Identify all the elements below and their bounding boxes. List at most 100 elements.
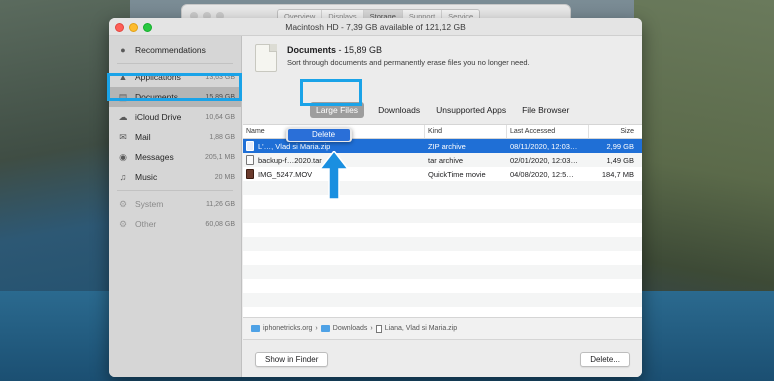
table-body: L'…, Vlad si Maria.zip ZIP archive 08/11… [243,139,642,321]
sidebar-item-icloud-drive[interactable]: ☁ iCloud Drive 10,64 GB [109,107,241,127]
system-icon: ⚙ [118,198,128,209]
sidebar-item-size: 10,64 GB [205,113,235,121]
chevron-right-icon: › [370,325,373,332]
file-name: IMG_5247.MOV [258,169,313,179]
empty-row [243,251,642,265]
file-last-accessed: 08/11/2020, 12:03… [510,141,578,151]
arrow-up-icon [320,151,348,199]
minimize-button[interactable] [129,23,138,32]
file-last-accessed: 02/01/2020, 12:03… [510,155,578,165]
sidebar-item-music[interactable]: ♫ Music 20 MB [109,167,241,187]
table-row[interactable]: IMG_5247.MOV QuickTime movie 04/08/2020,… [243,167,642,181]
documents-title: Documents - 15,89 GB [287,45,530,55]
column-header-kind[interactable]: Kind [425,125,507,138]
sidebar-item-size: 15,89 GB [205,93,235,101]
path-bar: iphonetricks.org › Downloads › Liana, Vl… [243,317,642,339]
files-table: Name Kind Last Accessed Size L'…, Vlad s… [243,124,642,339]
sidebar-item-applications[interactable]: ▲ Applications 13,63 GB [109,67,241,87]
delete-button[interactable]: Delete... [580,352,630,367]
empty-row [243,223,642,237]
tab-unsupported-apps[interactable]: Unsupported Apps [428,102,514,118]
zip-file-icon [246,141,254,151]
sidebar-item-label: Documents [135,92,178,102]
music-icon: ♫ [119,172,127,182]
documents-description: Sort through documents and permanently e… [287,58,530,67]
folder-icon [320,325,330,332]
sidebar-item-size: 13,63 GB [205,73,235,81]
file-kind: tar archive [428,155,464,165]
context-menu: Delete [286,128,352,142]
sidebar-item-recommendations[interactable]: ● Recommendations [109,40,241,60]
empty-row [243,265,642,279]
sidebar-item-size: 60,08 GB [205,220,235,228]
tar-file-icon [246,155,254,165]
file-kind: ZIP archive [428,141,466,151]
sidebar-item-documents[interactable]: ▤ Documents 15,89 GB [109,87,241,107]
sidebar-item-size: 11,26 GB [205,200,235,208]
sidebar-item-other: ⚙ Other 60,08 GB [109,214,241,234]
tab-file-browser[interactable]: File Browser [514,102,577,118]
maximize-button[interactable] [143,23,152,32]
lightbulb-icon: ● [120,45,126,55]
documents-tabs: Large Files Downloads Unsupported Apps F… [306,102,577,118]
empty-row [243,195,642,209]
file-kind: QuickTime movie [428,169,486,179]
sidebar-item-label: iCloud Drive [135,112,182,122]
documents-pane: Documents - 15,89 GB Sort through docume… [243,36,642,377]
storage-management-window: Macintosh HD - 7,39 GB available of 121,… [109,18,642,377]
sidebar-divider [117,63,233,64]
sidebar-item-size: 1,88 GB [209,133,235,141]
folder-icon [251,325,260,332]
sidebar-item-size: 20 MB [214,173,235,181]
path-segment[interactable]: iphonetricks.org [263,325,312,332]
sidebar-item-size: 205,1 MB [205,153,235,161]
file-last-accessed: 04/08/2020, 12:5… [510,169,574,179]
documents-size: - 15,89 GB [336,45,383,55]
empty-row [243,237,642,251]
sidebar-item-label: Other [135,219,157,229]
show-in-finder-button[interactable]: Show in Finder [255,352,329,367]
documents-title-label: Documents [287,45,337,55]
file-size: 1,49 GB [606,155,634,165]
sidebar-item-mail[interactable]: ✉ Mail 1,88 GB [109,127,241,147]
zip-file-icon [375,324,382,333]
path-segment[interactable]: Liana, Vlad si Maria.zip [385,325,457,332]
sidebar-item-label: Applications [135,72,181,82]
sidebar-item-system: ⚙ System 11,26 GB [109,194,241,214]
document-icon [255,44,277,72]
window-title: Macintosh HD - 7,39 GB available of 121,… [285,22,466,32]
sidebar-item-label: System [135,199,164,209]
footer-bar: Show in Finder Delete... [243,339,642,377]
tab-downloads[interactable]: Downloads [370,102,428,118]
cloud-icon: ☁ [118,111,128,122]
documents-icon: ▤ [118,91,128,102]
applications-icon: ▲ [118,72,128,82]
empty-row [243,279,642,293]
window-titlebar: Macintosh HD - 7,39 GB available of 121,… [109,18,642,36]
file-size: 2,99 GB [606,141,634,151]
chevron-right-icon: › [315,325,318,332]
tab-large-files[interactable]: Large Files [310,102,365,118]
path-segment[interactable]: Downloads [333,325,368,332]
file-size: 184,7 MB [601,169,634,179]
sidebar-item-messages[interactable]: ◉ Messages 205,1 MB [109,147,241,167]
close-button[interactable] [115,23,124,32]
column-header-size[interactable]: Size [589,125,642,138]
context-menu-delete[interactable]: Delete [288,129,350,141]
mail-icon: ✉ [119,131,127,142]
file-name: L'…, Vlad si Maria.zip [258,141,331,151]
empty-row [243,209,642,223]
sidebar-item-label: Messages [135,152,174,162]
file-name: backup-f…2020.tar [258,155,322,165]
sidebar-item-label: Mail [135,132,151,142]
window-controls [115,23,152,32]
sidebar-item-label: Recommendations [135,45,206,55]
sidebar-item-label: Music [135,172,158,182]
table-row[interactable]: backup-f…2020.tar tar archive 02/01/2020… [243,153,642,167]
sidebar-divider [117,190,233,191]
documents-header: Documents - 15,89 GB Sort through docume… [255,44,530,72]
movie-file-icon [246,169,254,179]
sidebar: ● Recommendations ▲ Applications 13,63 G… [109,36,242,377]
column-header-last-accessed[interactable]: Last Accessed [507,125,589,138]
other-icon: ⚙ [118,218,128,229]
